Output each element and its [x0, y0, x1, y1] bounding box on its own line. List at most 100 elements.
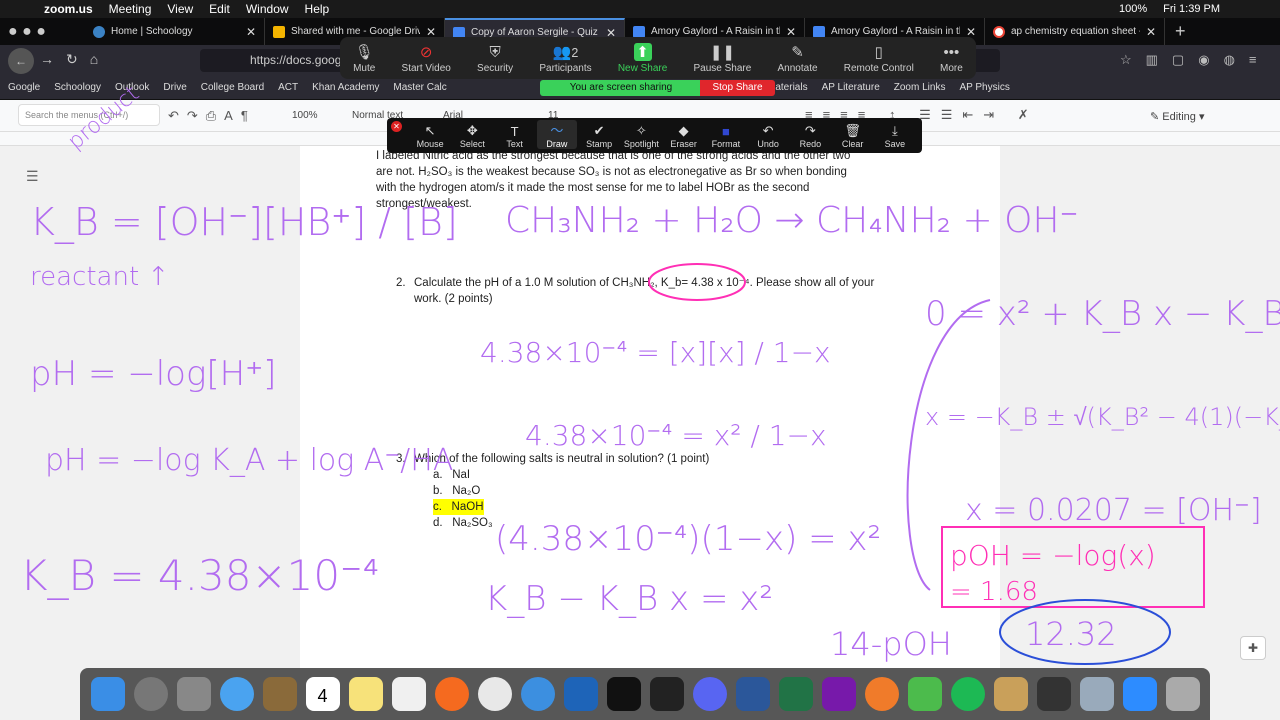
tool-mouse[interactable]: ↖ Mouse [410, 123, 450, 149]
bookmark[interactable]: Google [8, 82, 40, 93]
macos-menubar: zoom.us Meeting View Edit Window Help 10… [0, 0, 1280, 18]
photos-icon[interactable] [391, 677, 426, 711]
pause-share-button[interactable]: ❚❚ Pause Share [693, 43, 751, 74]
close-icon: ✕ [1145, 24, 1156, 39]
participants-button[interactable]: 👥2 Participants [539, 43, 591, 74]
bookmark-folder[interactable]: AP Physics [959, 82, 1009, 93]
bookmark[interactable]: Schoology [54, 82, 101, 93]
system-preferences-icon[interactable] [176, 677, 211, 711]
tool-select[interactable]: ✥ Select [452, 123, 492, 149]
onenote-icon[interactable] [821, 677, 856, 711]
tool-draw[interactable]: 〜 Draw [536, 120, 577, 149]
stop-share-button[interactable]: Stop Share [700, 80, 775, 96]
zoom-select[interactable]: 100% [292, 110, 318, 121]
app-store-icon[interactable] [563, 677, 598, 711]
preview-icon[interactable] [262, 677, 297, 711]
tool-save[interactable]: ⤓ Save [875, 123, 915, 149]
word-icon[interactable] [735, 677, 770, 711]
window-controls[interactable]: ● ● ● [0, 23, 85, 41]
explore-button[interactable]: ✚ [1240, 636, 1266, 660]
menu-help[interactable]: Help [305, 2, 330, 16]
bookmark[interactable]: Outlook [115, 82, 149, 93]
excel-icon[interactable] [778, 677, 813, 711]
trash-icon[interactable] [1165, 677, 1200, 711]
annotation-answer-circle [999, 599, 1171, 665]
launchpad-icon[interactable] [133, 677, 168, 711]
remote-control-button[interactable]: ▯ Remote Control [844, 43, 914, 74]
menu-view[interactable]: View [167, 2, 193, 16]
tool-redo[interactable]: ↷ Redo [790, 123, 830, 149]
macos-dock: 4 [80, 668, 1210, 720]
image-capture-icon[interactable] [1079, 677, 1114, 711]
intellij-icon[interactable] [606, 677, 641, 711]
finder-icon[interactable] [90, 677, 125, 711]
more-button[interactable]: ••• More [940, 44, 963, 74]
origin-icon[interactable] [864, 677, 899, 711]
spotify-icon[interactable] [950, 677, 985, 711]
screen-sharing-status: You are screen sharing [540, 80, 702, 96]
battery-status[interactable]: 100% [1119, 3, 1147, 15]
annotation-answer: 12.32 [1025, 615, 1117, 653]
tab-ap-chem[interactable]: ap chemistry equation sheet - G ✕ [985, 18, 1165, 45]
menu-window[interactable]: Window [246, 2, 289, 16]
menu-edit[interactable]: Edit [209, 2, 230, 16]
zoom-icon[interactable] [1122, 677, 1157, 711]
bookmark[interactable]: Drive [163, 82, 186, 93]
tool-stamp[interactable]: ✔ Stamp [579, 123, 619, 149]
terminal-icon[interactable] [649, 677, 684, 711]
tool-undo[interactable]: ↶ Undo [748, 123, 788, 149]
clock[interactable]: Fri 1:39 PM [1163, 3, 1220, 15]
calendar-icon[interactable]: 4 [305, 677, 340, 711]
question-3: Which of the following salts is neutral … [414, 453, 710, 465]
security-button[interactable]: ⛨ Security [477, 44, 513, 74]
pencil-icon[interactable] [993, 677, 1028, 711]
annotate-button[interactable]: ✎ Annotate [778, 43, 818, 74]
browser-extension-icons[interactable]: ☆▥▢◉◍≡ [1120, 52, 1271, 68]
messages-icon[interactable] [219, 677, 254, 711]
back-button[interactable]: ← [8, 48, 34, 74]
chrome-icon[interactable] [477, 677, 512, 711]
app-menu[interactable]: zoom.us [44, 2, 93, 16]
undo-redo-print-icons[interactable]: ↶↷⎙A¶ [168, 108, 256, 124]
option-d[interactable]: d. Na₂SO₃ [433, 515, 493, 531]
question-number: 2. [396, 277, 406, 289]
document-page[interactable]: I labeled Nitric acid as the strongest b… [300, 146, 1000, 670]
zoom-meeting-controls: 🎙 Mute ⊘ Start Video ⛨ Security 👥2 Participa… [340, 37, 976, 79]
tab-schoology[interactable]: Home | Schoology ✕ [85, 18, 265, 45]
annotation-toolbar: ✕ ↖ Mouse ✥ Select T Text 〜 Draw ✔ Stamp ✧ Spo… [387, 118, 922, 153]
tool-eraser[interactable]: ◆ Eraser [664, 123, 704, 149]
editing-mode-select[interactable]: ✎ Editing ▾ [1150, 110, 1205, 123]
bookmark-folder[interactable]: Zoom Links [894, 82, 946, 93]
new-tab-button[interactable]: + [1175, 21, 1186, 42]
tool-clear[interactable]: 🗑 Clear [833, 123, 873, 149]
mute-button[interactable]: 🎙 Mute [353, 43, 375, 74]
close-icon[interactable]: ✕ [391, 121, 402, 132]
discord-icon[interactable] [692, 677, 727, 711]
question-number: 3. [396, 453, 406, 465]
tool-format[interactable]: ■ Format [706, 124, 746, 149]
outline-icon[interactable]: ☰ [26, 168, 39, 185]
bookmark[interactable]: Master Calc [393, 82, 446, 93]
option-a[interactable]: a. NaI [433, 467, 493, 483]
new-share-button[interactable]: ⬆ New Share [618, 43, 667, 74]
tool-spotlight[interactable]: ✧ Spotlight [621, 123, 661, 149]
bookmark[interactable]: College Board [201, 82, 264, 93]
piano-icon[interactable] [1036, 677, 1071, 711]
option-b[interactable]: b. Na₂O [433, 483, 493, 499]
question-2: Calculate the pH of a 1.0 M solution of … [414, 277, 875, 305]
annotation-ph-formula: pH = −log[H⁺] [30, 354, 276, 394]
tool-text[interactable]: T Text [495, 124, 535, 149]
menu-meeting[interactable]: Meeting [109, 2, 152, 16]
bookmark[interactable]: ACT [278, 82, 298, 93]
nav-buttons[interactable]: →↻⌂ [40, 51, 110, 68]
firefox-icon[interactable] [434, 677, 469, 711]
option-c[interactable]: c. NaOH [433, 499, 484, 515]
safari-icon[interactable] [520, 677, 555, 711]
bookmark-folder[interactable]: AP Literature [822, 82, 880, 93]
bookmark[interactable]: Khan Academy [312, 82, 379, 93]
annotation-reactant: reactant ↑ [30, 262, 169, 292]
start-video-button[interactable]: ⊘ Start Video [402, 43, 451, 74]
sims-icon[interactable] [907, 677, 942, 711]
notes-icon[interactable] [348, 677, 383, 711]
search-menus-input[interactable]: Search the menus (Ctrl+/) [18, 104, 160, 126]
